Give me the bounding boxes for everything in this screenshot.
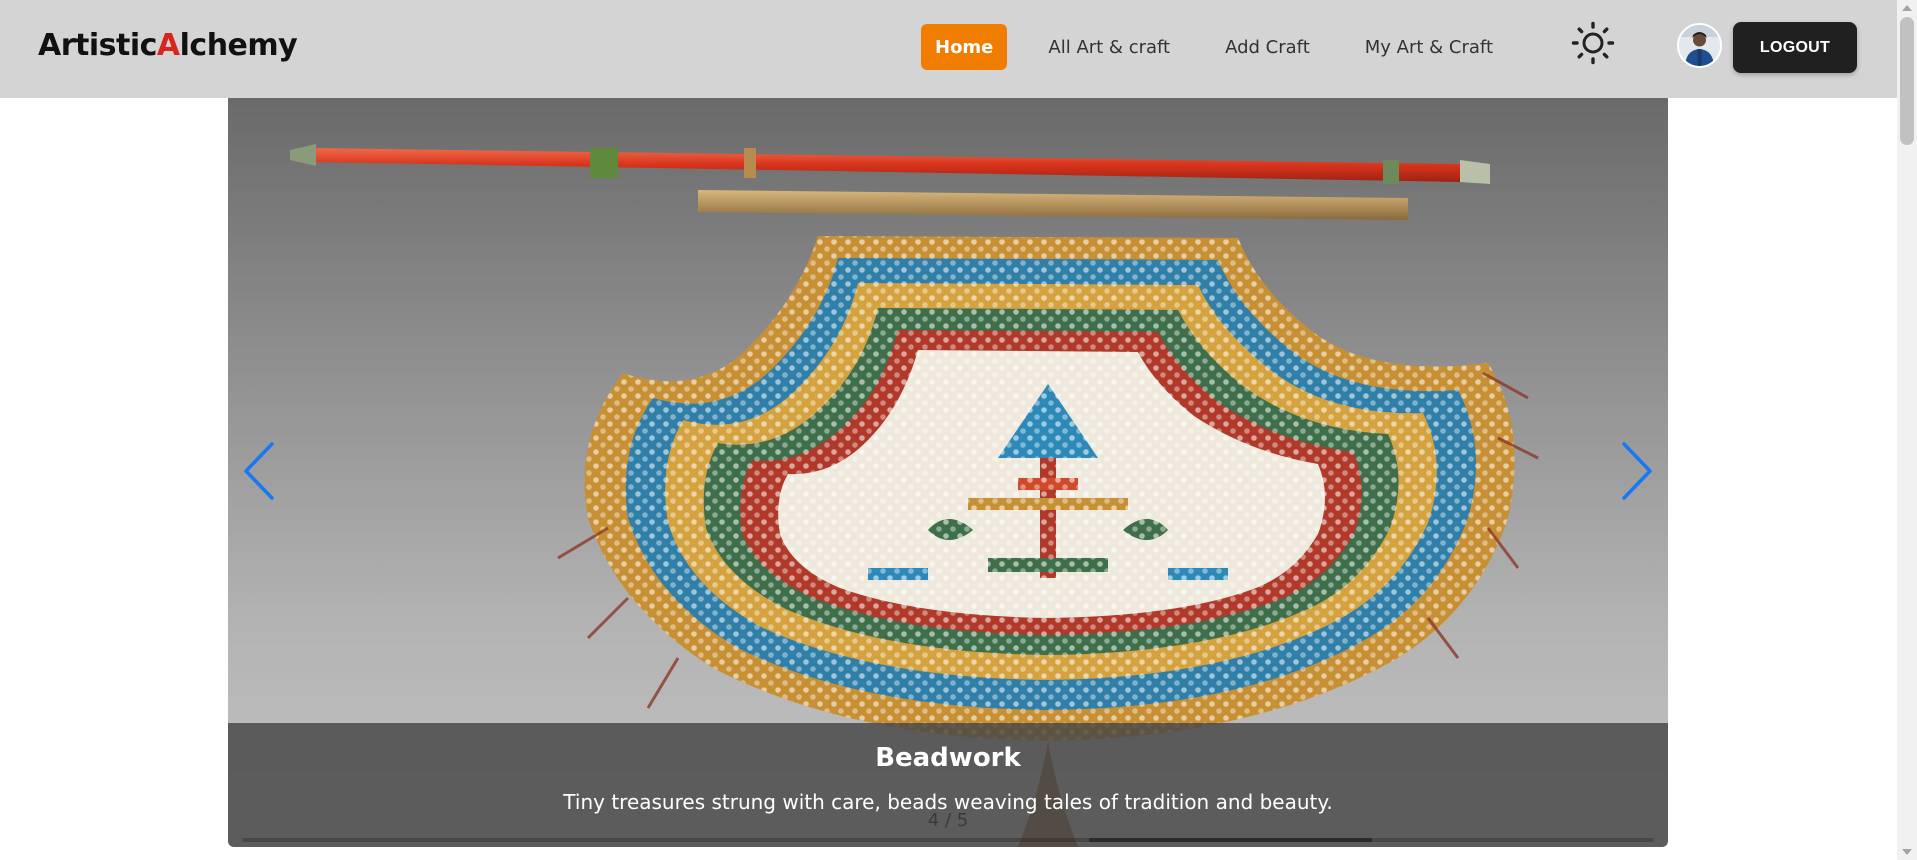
chevron-right-icon (1622, 442, 1652, 500)
nav-link-all-art-craft[interactable]: All Art & craft (1034, 24, 1184, 70)
top-navbar: ArtisticAlchemy Home All Art & craft Add… (0, 0, 1897, 98)
chevron-left-icon (244, 442, 274, 500)
sun-icon (1571, 21, 1615, 65)
theme-toggle[interactable] (1570, 20, 1616, 66)
nav-links: Home All Art & craft Add Craft My Art & … (921, 24, 1507, 70)
logout-button[interactable]: LOGOUT (1733, 22, 1857, 73)
scrollbar-thumb[interactable] (1900, 17, 1914, 145)
brand-prefix: Artistic (38, 28, 157, 63)
hero-slider: Beadwork Tiny treasures strung with care… (228, 98, 1668, 847)
brand-suffix: lchemy (179, 28, 298, 63)
nav-link-add-craft[interactable]: Add Craft (1211, 24, 1324, 70)
page-scrollbar[interactable] (1897, 0, 1917, 860)
user-avatar[interactable] (1677, 23, 1722, 68)
scroll-down-icon[interactable] (1902, 849, 1912, 855)
brand-logo[interactable]: ArtisticAlchemy (38, 28, 298, 63)
avatar-image (1679, 25, 1720, 66)
slide-title: Beadwork (875, 743, 1021, 773)
slide-pagination: 4 / 5 (927, 810, 969, 831)
brand-accent-letter: A (156, 28, 180, 63)
slide-progress-track (242, 838, 1654, 842)
slide-progress-fill (1089, 838, 1372, 842)
nav-link-home[interactable]: Home (921, 24, 1008, 70)
scroll-up-icon[interactable] (1902, 5, 1912, 11)
slider-prev-button[interactable] (240, 438, 280, 504)
slider-next-button[interactable] (1616, 438, 1656, 504)
nav-link-my-art-craft[interactable]: My Art & Craft (1351, 24, 1507, 70)
